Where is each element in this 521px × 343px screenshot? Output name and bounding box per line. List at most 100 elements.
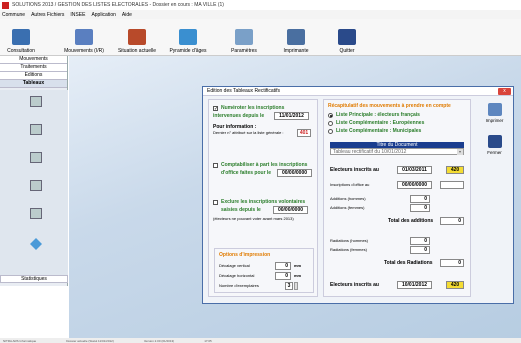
decalage-v-label: Décalage vertical: [219, 263, 250, 268]
exemplaires-spinner[interactable]: [294, 282, 298, 290]
liste-municipales-label: Liste Complémentaire : Municipales: [336, 128, 422, 134]
printer-icon: [487, 103, 502, 116]
liste-municipales-radio[interactable]: [328, 129, 333, 134]
inscriptions-office-count: [440, 181, 464, 189]
electeurs-au-label: Electeurs inscrits au: [330, 167, 379, 173]
status-bar: NITRA ARS Informatique Dossier actuelle …: [0, 338, 521, 343]
comptabiliser-label2: d'office faites pour le: [221, 170, 272, 176]
electeurs-count: 420: [446, 166, 464, 174]
close-button[interactable]: x: [498, 88, 511, 95]
options-panel: ✓ Numéroter les inscriptions intervenues…: [208, 99, 318, 297]
numeroter-label2: intervenues depuis le: [213, 113, 265, 119]
status-time: 17:05: [204, 338, 212, 343]
exemplaires-label: Nombre d'exemplaires: [219, 283, 259, 288]
exclure-date-field[interactable]: 00/00/0000: [273, 206, 308, 214]
pyramide-button[interactable]: Pyramide d'âges: [168, 21, 208, 54]
sidebar: Mouvements Traitements Editions Tableaux…: [0, 56, 68, 286]
printer-icon: [287, 29, 305, 45]
inscriptions-office-date[interactable]: 00/00/0000: [397, 181, 432, 189]
exit-door-icon: [338, 29, 356, 45]
consultation-button[interactable]: Consultation: [3, 21, 39, 54]
sidebar-item-tableaux[interactable]: Tableaux: [0, 80, 67, 88]
menu-aide[interactable]: Aide: [122, 12, 132, 18]
group-icon: [128, 29, 146, 45]
comptabiliser-date-field[interactable]: 00/00/0000: [277, 169, 312, 177]
table-icon[interactable]: [30, 152, 42, 163]
electeurs-date2-field[interactable]: 10/01/2012: [397, 281, 432, 289]
liste-europeennes-radio[interactable]: [328, 121, 333, 126]
impression-title: Options d'impression: [219, 252, 271, 258]
table-icon[interactable]: [30, 124, 42, 135]
recap-panel: Récapitulatif des mouvements à prendre e…: [323, 99, 471, 297]
people-icon: [12, 29, 30, 45]
person-arrows-icon: [75, 29, 93, 45]
table-icon[interactable]: [30, 180, 42, 191]
info-text: Dernier n° attribué sur la liste général…: [213, 130, 284, 135]
exclure-checkbox[interactable]: [213, 200, 218, 205]
menu-insee[interactable]: INSEE: [70, 12, 85, 18]
dialog-title: Edition des Tableaux Rectificatifs: [203, 87, 513, 96]
sidebar-item-editions[interactable]: Editions: [0, 72, 67, 80]
table-icon[interactable]: [30, 208, 42, 219]
sidebar-item-mouvements[interactable]: Mouvements: [0, 56, 67, 64]
exit-door-icon: [487, 135, 502, 148]
situation-actuelle-button[interactable]: Situation actuelle: [117, 21, 157, 54]
decalage-v-field[interactable]: 0: [275, 262, 291, 270]
numeroter-checkbox[interactable]: ✓: [213, 106, 218, 112]
decalage-h-field[interactable]: 0: [275, 272, 291, 280]
numeroter-date-field[interactable]: 11/01/2012: [274, 112, 309, 120]
radiations-h-field[interactable]: 0: [410, 237, 430, 245]
recap-title: Récapitulatif des mouvements à prendre e…: [328, 103, 451, 109]
info-value: 401: [297, 129, 311, 137]
menu-application[interactable]: Application: [91, 12, 115, 18]
radiations-f-label: Radiations (femmes): [330, 247, 367, 252]
total-additions-label: Total des additions: [388, 218, 434, 224]
unit-label: mm: [294, 263, 302, 268]
status-dossier: Dossier actuelle (Statut 11/01/2012): [66, 338, 114, 343]
exclure-label2: saisies depuis le: [221, 207, 261, 213]
total-additions-field: 0: [440, 217, 464, 225]
app-icon: [2, 1, 9, 9]
exemplaires-field[interactable]: 3: [285, 282, 293, 290]
additions-f-label: Additions (femmes): [330, 205, 365, 210]
exclure-note: (électeurs ne pouvant voter avant mars 2…: [213, 216, 294, 221]
decalage-h-label: Décalage horizontal: [219, 273, 255, 278]
edition-dialog: Edition des Tableaux Rectificatifs x ✓ N…: [202, 86, 514, 304]
menu-autres-fichiers[interactable]: Autres Fichiers: [31, 12, 64, 18]
additions-f-field[interactable]: 0: [410, 204, 430, 212]
doc-title-select[interactable]: Tableau rectificatif du 10/01/2012 ▾: [330, 148, 464, 155]
imprimante-button[interactable]: Imprimante: [280, 21, 312, 54]
title-bar: SOLUTIONS 2013 / GESTION DES LISTES ELEC…: [0, 0, 521, 10]
chevron-down-icon: ▾: [457, 149, 463, 155]
sidebar-item-traitements[interactable]: Traitements: [0, 64, 67, 72]
sidebar-item-statistiques[interactable]: Statistiques: [0, 275, 68, 283]
total-radiations-label: Total des Radiations: [384, 260, 433, 266]
table-icon[interactable]: [30, 96, 42, 107]
unit-label: mm: [294, 273, 302, 278]
imprimer-button[interactable]: Imprimer: [483, 103, 506, 123]
mouvements-button[interactable]: Mouvements (I/R): [62, 21, 106, 54]
numeroter-label: Numéroter les inscriptions: [221, 105, 285, 111]
menu-bar: Commune Autres Fichiers INSEE Applicatio…: [0, 10, 521, 19]
fermer-button[interactable]: Fermer: [483, 135, 506, 155]
comptabiliser-checkbox[interactable]: [213, 163, 218, 168]
additions-h-field[interactable]: 0: [410, 195, 430, 203]
status-version: Version 2.00 (01/2013): [143, 338, 175, 343]
total-radiations-field: 0: [440, 259, 464, 267]
status-company: NITRA ARS Informatique: [3, 338, 37, 343]
menu-commune[interactable]: Commune: [2, 12, 25, 18]
radiations-f-field[interactable]: 0: [410, 246, 430, 254]
parametres-button[interactable]: Paramètres: [228, 21, 260, 54]
electeurs-date-field[interactable]: 01/03/2011: [397, 166, 432, 174]
comptabiliser-label: Comptabiliser à part les inscriptions: [221, 162, 308, 168]
impression-group: Options d'impression Décalage vertical 0…: [214, 248, 314, 293]
exclure-label: Exclure les inscriptions volontaires: [221, 199, 306, 205]
liste-principale-radio[interactable]: [328, 113, 333, 118]
inscriptions-office-label: Inscriptions d'office au: [330, 182, 370, 187]
liste-principale-label: Liste Principale : électeurs français: [336, 112, 420, 118]
electeurs-au2-label: Electeurs inscrits au: [330, 282, 379, 288]
quitter-button[interactable]: Quitter: [334, 21, 360, 54]
diamond-icon[interactable]: [30, 238, 42, 250]
additions-h-label: Additions (hommes): [330, 196, 366, 201]
pyramid-icon: [179, 29, 197, 45]
